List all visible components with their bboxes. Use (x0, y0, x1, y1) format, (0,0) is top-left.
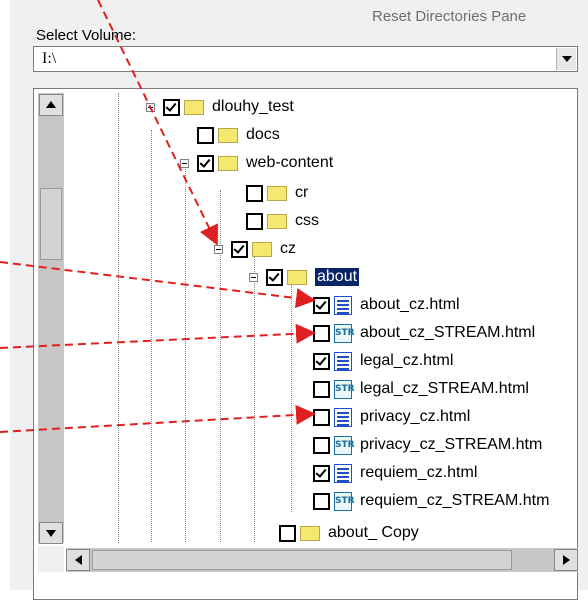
annotation-arrows (0, 0, 316, 433)
annotation-arrow (0, 323, 316, 349)
annotation-arrow (0, 261, 316, 308)
annotation-arrow (0, 404, 316, 433)
annotation-arrow (97, 0, 218, 246)
